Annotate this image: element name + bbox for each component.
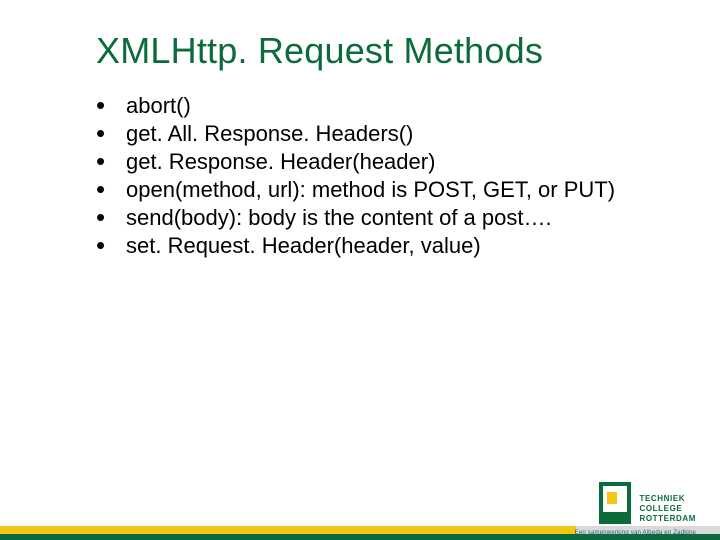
list-item: • get. Response. Header(header) — [96, 148, 640, 176]
bullet-icon: • — [96, 176, 126, 202]
bullet-icon: • — [96, 92, 126, 118]
logo-mark-icon — [599, 482, 631, 524]
bullet-text: abort() — [126, 92, 640, 120]
logo-line-2: COLLEGE — [639, 504, 696, 514]
bullet-text: get. All. Response. Headers() — [126, 120, 640, 148]
logo-line-3: ROTTERDAM — [639, 514, 696, 524]
bullet-text: set. Request. Header(header, value) — [126, 232, 640, 260]
bullet-icon: • — [96, 204, 126, 230]
slide-footer: TECHNIEK COLLEGE ROTTERDAM Een samenwerk… — [0, 474, 720, 540]
list-item: • abort() — [96, 92, 640, 120]
slide: XMLHttp. Request Methods • abort() • get… — [0, 0, 720, 540]
logo-text: TECHNIEK COLLEGE ROTTERDAM — [639, 494, 696, 524]
bullet-text: get. Response. Header(header) — [126, 148, 640, 176]
list-item: • set. Request. Header(header, value) — [96, 232, 640, 260]
list-item: • open(method, url): method is POST, GET… — [96, 176, 640, 204]
bullet-icon: • — [96, 232, 126, 258]
bullet-icon: • — [96, 120, 126, 146]
list-item: • get. All. Response. Headers() — [96, 120, 640, 148]
bullet-text: send(body): body is the content of a pos… — [126, 204, 640, 232]
slide-content: • abort() • get. All. Response. Headers(… — [96, 92, 640, 260]
bullet-list: • abort() • get. All. Response. Headers(… — [96, 92, 640, 260]
logo-line-1: TECHNIEK — [639, 494, 696, 504]
slide-title: XMLHttp. Request Methods — [96, 30, 543, 72]
logo: TECHNIEK COLLEGE ROTTERDAM — [599, 476, 696, 524]
list-item: • send(body): body is the content of a p… — [96, 204, 640, 232]
bullet-text: open(method, url): method is POST, GET, … — [126, 176, 640, 204]
footer-bar-yellow — [0, 526, 576, 534]
bullet-icon: • — [96, 148, 126, 174]
logo-subtext: Een samenwerking van Albeda en Zadkine — [575, 530, 696, 536]
